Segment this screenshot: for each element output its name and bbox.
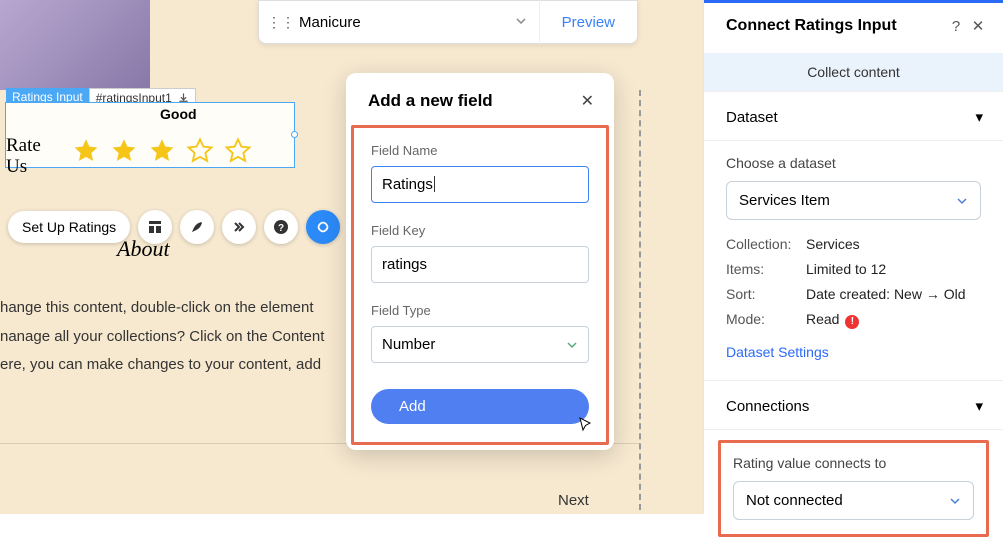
mode-key: Mode: xyxy=(726,311,806,329)
about-heading: About xyxy=(117,236,170,262)
warning-icon: ! xyxy=(845,315,859,329)
sort-key: Sort: xyxy=(726,286,806,302)
connect-data-button[interactable] xyxy=(306,210,340,244)
star-icon[interactable] xyxy=(224,137,252,165)
dataset-section-header[interactable]: Dataset ▾ xyxy=(704,91,1003,141)
star-icon[interactable] xyxy=(72,137,100,165)
collect-content-button[interactable]: Collect content xyxy=(704,53,1003,91)
item-dropdown[interactable]: Manicure xyxy=(287,14,539,31)
dataset-select[interactable]: Services Item xyxy=(726,181,981,220)
modal-body-highlight: Field Name Ratings Field Key ratings Fie… xyxy=(351,125,609,445)
close-icon[interactable]: ✕ xyxy=(967,17,989,35)
help-icon[interactable]: ? xyxy=(945,18,967,35)
modal-title: Add a new field xyxy=(368,91,493,111)
element-toolbar: ⋮⋮ Manicure Preview xyxy=(258,0,638,44)
rating-value-select-value: Not connected xyxy=(746,492,843,509)
mode-value: Read! xyxy=(806,311,859,329)
rating-value-select[interactable]: Not connected xyxy=(733,481,974,520)
star-row xyxy=(72,137,252,165)
field-name-label: Field Name xyxy=(371,143,589,158)
dataset-settings-link[interactable]: Dataset Settings xyxy=(726,344,829,360)
rate-us-label: RateUs xyxy=(6,136,41,178)
help-button[interactable]: ? xyxy=(264,210,298,244)
add-field-modal: Add a new field ✕ Field Name Ratings Fie… xyxy=(346,73,614,450)
items-key: Items: xyxy=(726,261,806,277)
close-icon[interactable]: ✕ xyxy=(581,91,594,111)
dataset-select-value: Services Item xyxy=(739,192,830,209)
dataset-section-body: Choose a dataset Services Item Collectio… xyxy=(704,141,1003,380)
field-name-input[interactable]: Ratings xyxy=(371,166,589,203)
rating-tooltip-label: Good xyxy=(160,106,197,122)
connect-panel: Connect Ratings Input ? ✕ Collect conten… xyxy=(703,0,1003,514)
caret-down-icon: ▾ xyxy=(975,397,983,415)
connections-header-label: Connections xyxy=(726,398,809,415)
chevron-down-icon xyxy=(566,339,578,351)
star-icon[interactable] xyxy=(110,137,138,165)
items-value: Limited to 12 xyxy=(806,261,886,277)
add-button[interactable]: Add xyxy=(371,389,589,424)
star-icon[interactable] xyxy=(148,137,176,165)
choose-dataset-label: Choose a dataset xyxy=(726,155,981,171)
item-dropdown-label: Manicure xyxy=(299,14,361,31)
connections-section-body: Rating value connects to Not connected xyxy=(704,430,1003,551)
chevron-down-icon xyxy=(949,495,961,507)
preview-button[interactable]: Preview xyxy=(539,0,637,44)
setup-ratings-button[interactable]: Set Up Ratings xyxy=(8,211,130,243)
element-action-bar: Set Up Ratings ? xyxy=(8,210,340,244)
design-button[interactable] xyxy=(180,210,214,244)
field-type-label: Field Type xyxy=(371,303,589,318)
dataset-header-label: Dataset xyxy=(726,109,778,126)
collection-value: Services xyxy=(806,236,860,252)
next-link[interactable]: Next xyxy=(558,492,589,509)
animation-button[interactable] xyxy=(222,210,256,244)
image-placeholder xyxy=(0,0,150,90)
field-type-value: Number xyxy=(382,336,435,353)
field-type-select[interactable]: Number xyxy=(371,326,589,363)
resize-handle[interactable] xyxy=(291,131,298,138)
field-key-label: Field Key xyxy=(371,223,589,238)
connections-section-header[interactable]: Connections ▾ xyxy=(704,380,1003,430)
star-icon[interactable] xyxy=(186,137,214,165)
cursor-icon xyxy=(577,416,595,434)
panel-title: Connect Ratings Input xyxy=(726,17,945,35)
collection-key: Collection: xyxy=(726,236,806,252)
guide-line xyxy=(639,90,641,510)
drag-handle-icon[interactable]: ⋮⋮ xyxy=(267,14,287,31)
svg-text:?: ? xyxy=(278,223,284,234)
rating-value-label: Rating value connects to xyxy=(733,455,974,471)
sort-value: Date created: New → Old xyxy=(806,286,966,302)
connections-highlight: Rating value connects to Not connected xyxy=(718,440,989,537)
chevron-down-icon xyxy=(515,14,527,31)
caret-down-icon: ▾ xyxy=(975,108,983,126)
field-key-input[interactable]: ratings xyxy=(371,246,589,283)
chevron-down-icon xyxy=(956,195,968,207)
